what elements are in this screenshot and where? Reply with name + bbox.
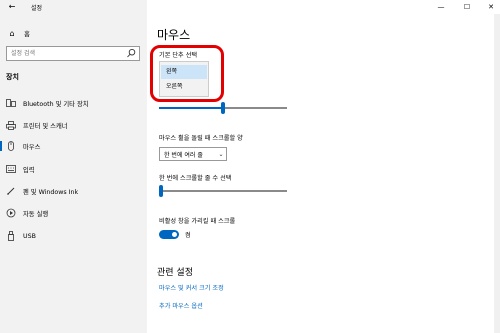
wheel-scroll-select[interactable]: 한 번에 여러 줄 ⌄ (159, 147, 227, 161)
slider-fill (159, 107, 221, 109)
printer-icon (5, 120, 17, 130)
sidebar-item-label: 마우스 (23, 143, 41, 151)
sidebar-item-pen[interactable]: 펜 및 Windows Ink (0, 184, 147, 198)
scrollbar[interactable] (494, 14, 500, 333)
link-additional-mouse-options[interactable]: 추가 마우스 옵션 (159, 301, 203, 310)
chevron-down-icon: ⌄ (218, 150, 224, 158)
sidebar-item-label: 프린터 및 스캐너 (23, 122, 68, 130)
close-button[interactable]: ✕ (486, 2, 496, 12)
title-bar: ← 설정 — ☐ ✕ (0, 0, 500, 14)
inactive-scroll-toggle-row: 켬 (159, 228, 191, 240)
minimize-button[interactable]: — (436, 2, 446, 12)
inactive-scroll-toggle[interactable] (159, 229, 179, 239)
sidebar-item-bluetooth[interactable]: Bluetooth 및 기타 장치 (0, 96, 147, 110)
sidebar: ⌂ 홈 장치 Bluetooth 및 기타 장치 프린터 및 스캐너 (0, 0, 147, 333)
sidebar-item-label: 펜 및 Windows Ink (23, 188, 79, 196)
sidebar-home[interactable]: ⌂ 홈 (6, 27, 30, 39)
toggle-state: 켬 (185, 231, 191, 239)
slider-track (159, 190, 287, 192)
autoplay-icon (5, 208, 17, 218)
bluetooth-icon (5, 98, 17, 108)
wheel-scroll-value: 한 번에 여러 줄 (164, 151, 203, 159)
page-title: 마우스 (157, 28, 191, 42)
sidebar-item-typing[interactable]: 입력 (0, 162, 147, 176)
sidebar-item-mouse[interactable]: 마우스 (0, 139, 147, 153)
slider-thumb[interactable] (159, 185, 163, 197)
mouse-icon (5, 141, 17, 151)
maximize-button[interactable]: ☐ (462, 2, 472, 12)
toggle-knob (172, 231, 177, 237)
slider-thumb[interactable] (221, 102, 225, 114)
settings-window: ⌂ 홈 장치 Bluetooth 및 기타 장치 프린터 및 스캐너 (0, 0, 500, 333)
search-input[interactable] (7, 47, 125, 60)
link-cursor-size[interactable]: 마우스 및 커서 크기 조정 (159, 283, 224, 292)
section-title: 장치 (6, 73, 19, 81)
cursor-speed-slider[interactable] (159, 102, 287, 114)
sidebar-item-autoplay[interactable]: 자동 실행 (0, 206, 147, 220)
pen-icon (5, 186, 17, 196)
sidebar-item-label: 입력 (23, 166, 35, 174)
lines-slider[interactable] (159, 185, 287, 197)
sidebar-item-usb[interactable]: USB (0, 229, 147, 243)
search-box (6, 46, 140, 61)
lines-label: 한 번에 스크롤할 줄 수 선택 (159, 175, 232, 182)
main-content: 마우스 기본 단추 선택 왼쪽 오른쪽 마우스 휠을 돌릴 때 스크롤할 양 한… (147, 14, 500, 333)
sidebar-item-printers[interactable]: 프린터 및 스캐너 (0, 118, 147, 132)
usb-icon (5, 231, 17, 241)
home-icon: ⌂ (9, 28, 15, 38)
wheel-scroll-label: 마우스 휠을 돌릴 때 스크롤할 양 (159, 135, 243, 142)
back-button[interactable]: ← (5, 1, 19, 13)
sidebar-item-label: USB (23, 232, 36, 240)
inactive-scroll-label: 비활성 창을 가리킬 때 스크롤 (159, 218, 236, 225)
sidebar-item-label: Bluetooth 및 기타 장치 (23, 100, 89, 108)
search-icon[interactable] (126, 48, 136, 59)
highlight-annotation (150, 45, 224, 102)
home-label: 홈 (24, 30, 30, 38)
keyboard-icon (5, 164, 17, 174)
window-title: 설정 (31, 5, 43, 12)
sidebar-item-label: 자동 실행 (23, 210, 49, 218)
related-settings-title: 관련 설정 (157, 268, 193, 278)
